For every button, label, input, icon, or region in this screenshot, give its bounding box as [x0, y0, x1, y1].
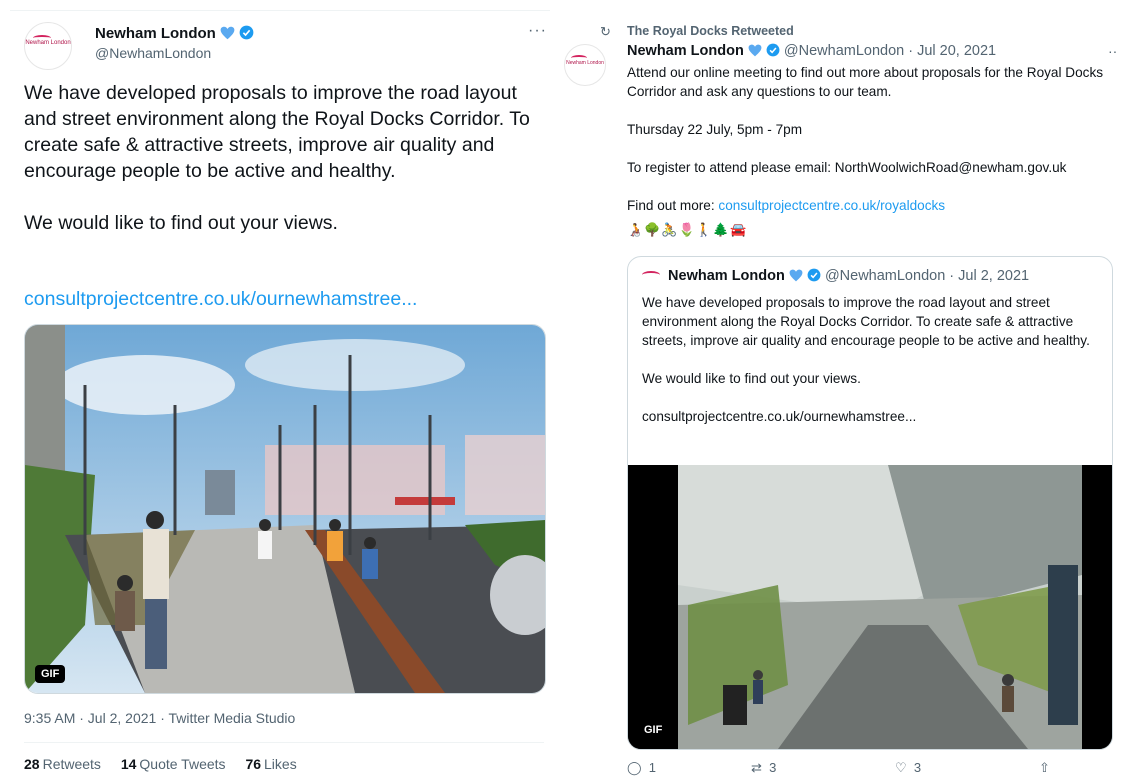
tweet-header: Newham London @NewhamLondon · Jul 20, 20… — [627, 43, 996, 59]
quoted-tweet-header: Newham London @NewhamLondon · Jul 2, 202… — [642, 268, 1029, 284]
retweet-icon: ⇄ — [751, 760, 762, 775]
quoted-tweet[interactable]: Newham London @NewhamLondon · Jul 2, 202… — [627, 256, 1113, 750]
more-options-icon[interactable]: ··· — [528, 22, 547, 40]
tweet-paragraph: Find out more: consultprojectcentre.co.u… — [627, 196, 1107, 215]
street-illustration — [25, 325, 545, 693]
retweets-label: Retweets — [42, 756, 101, 772]
emoji-row: 🧑‍🦽🌳🚴🌷🚶🌲🚘 — [627, 222, 748, 237]
author-handle[interactable]: @NewhamLondon — [95, 45, 211, 61]
gif-badge: GIF — [638, 721, 669, 739]
reply-icon: ◯ — [627, 760, 642, 775]
likes-stat[interactable]: 76 Likes — [245, 756, 296, 772]
tweet-media-gif[interactable]: GIF — [24, 324, 546, 694]
share-button[interactable]: ⇧ — [1039, 760, 1050, 776]
likes-label: Likes — [264, 756, 297, 772]
tweet-text: Attend our online meeting to find out mo… — [627, 63, 1107, 215]
retweet-icon: ↻ — [600, 24, 611, 39]
share-icon: ⇧ — [1039, 760, 1050, 775]
retweet-button[interactable]: ⇄ 3 — [751, 760, 776, 776]
quoted-paragraph: We would like to find out your views. — [642, 371, 861, 386]
like-count: 3 — [913, 760, 922, 775]
tweet-paragraph: We have developed proposals to improve t… — [24, 82, 530, 182]
tweet-link[interactable]: consultprojectcentre.co.uk/royaldocks — [718, 198, 945, 213]
quoted-author-handle-date: @NewhamLondon · Jul 2, 2021 — [824, 268, 1030, 284]
quoted-tweet-text: We have developed proposals to improve t… — [642, 293, 1104, 426]
tweet-paragraph: Attend our online meeting to find out mo… — [627, 65, 1104, 99]
author-name[interactable]: Newham London — [627, 43, 744, 59]
tweet-paragraph: Thursday 22 July, 5pm - 7pm — [627, 122, 803, 137]
more-options-icon[interactable]: ·· — [1108, 43, 1117, 59]
quotes-count: 14 — [120, 756, 137, 772]
quoted-author-name: Newham London — [668, 268, 785, 284]
quoted-avatar-icon — [642, 271, 660, 279]
retweeted-by-label[interactable]: The Royal Docks Retweeted — [627, 24, 794, 38]
tweet-text: We have developed proposals to improve t… — [24, 80, 534, 236]
blue-heart-icon — [220, 26, 235, 40]
heart-icon: ♡ — [895, 760, 907, 775]
tweet-paragraph: To register to attend please email: Nort… — [627, 160, 1067, 175]
reply-button[interactable]: ◯ 1 — [627, 760, 656, 776]
avatar-label: Newham London — [566, 60, 604, 66]
author-name[interactable]: Newham London — [95, 25, 216, 42]
quote-tweets-stat[interactable]: 14 Quote Tweets — [121, 756, 226, 772]
quotes-label: Quote Tweets — [139, 756, 226, 772]
quoted-link: consultprojectcentre.co.uk/ournewhamstre… — [642, 409, 917, 424]
likes-count: 76 — [245, 756, 262, 772]
quoted-media-gif[interactable]: GIF — [628, 465, 1112, 749]
retweet-count: 3 — [769, 760, 777, 775]
right-tweet: ↻ The Royal Docks Retweeted Newham Londo… — [560, 0, 1123, 781]
verified-badge-icon — [807, 268, 821, 282]
left-tweet: Newham London Newham London @NewhamLondo… — [0, 0, 560, 781]
retweets-stat[interactable]: 28 Retweets — [24, 756, 101, 772]
avatar[interactable]: Newham London — [24, 22, 72, 70]
blue-heart-icon — [748, 44, 762, 57]
blue-heart-icon — [789, 269, 803, 282]
engagement-stats: 28 Retweets 14 Quote Tweets 76 Likes — [24, 756, 313, 772]
like-button[interactable]: ♡ 3 — [895, 760, 921, 776]
tweet-link[interactable]: consultprojectcentre.co.uk/ournewhamstre… — [24, 288, 417, 311]
avatar-label: Newham London — [25, 40, 71, 46]
quoted-paragraph: We have developed proposals to improve t… — [642, 295, 1090, 348]
divider — [24, 742, 544, 743]
find-out-more-label: Find out more: — [627, 198, 719, 213]
gif-badge: GIF — [35, 665, 66, 683]
retweets-count: 28 — [24, 756, 40, 772]
verified-badge-icon — [766, 43, 780, 57]
flyover-illustration — [628, 465, 1112, 749]
verified-badge-icon — [239, 25, 254, 40]
timestamp[interactable]: 9:35 AM · Jul 2, 2021 · Twitter Media St… — [24, 710, 295, 726]
reply-count: 1 — [648, 760, 657, 775]
author-name-row[interactable]: Newham London — [95, 25, 254, 42]
author-handle-date[interactable]: @NewhamLondon · Jul 20, 2021 — [784, 43, 996, 59]
divider — [10, 10, 550, 11]
avatar[interactable]: Newham London — [564, 44, 606, 86]
tweet-paragraph: We would like to find out your views. — [24, 212, 338, 234]
